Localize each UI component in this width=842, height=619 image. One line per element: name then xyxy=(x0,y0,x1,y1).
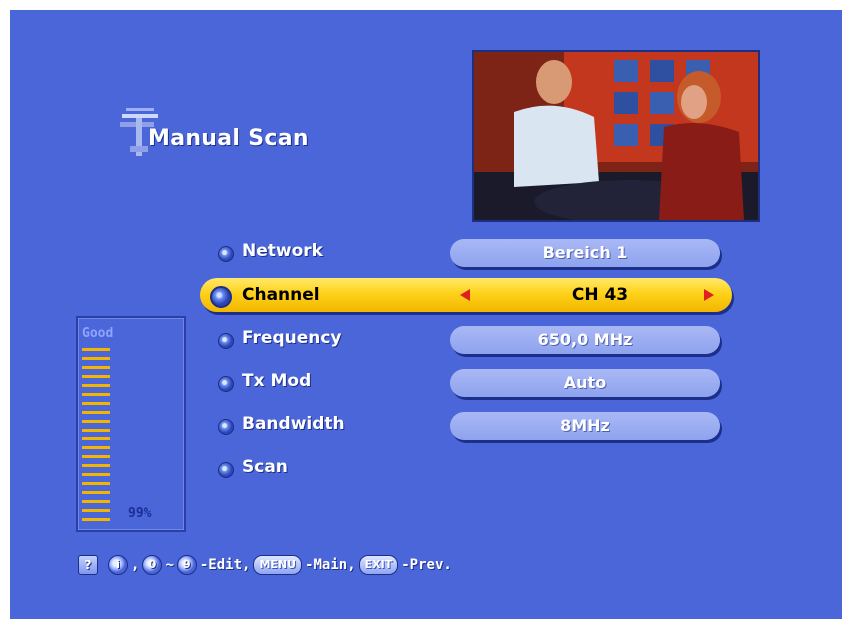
signal-bar xyxy=(82,500,110,504)
signal-bar xyxy=(82,365,110,369)
network-label: Network xyxy=(242,241,323,261)
signal-bar xyxy=(82,410,110,414)
signal-bar xyxy=(82,401,110,405)
nine-key-icon[interactable]: 9 xyxy=(176,555,197,575)
network-bullet-icon xyxy=(218,246,234,262)
bandwidth-label: Bandwidth xyxy=(242,414,345,434)
frequency-field[interactable]: 650,0 MHz xyxy=(450,326,720,354)
scan-bullet-icon xyxy=(218,462,234,478)
help-icon[interactable]: ? xyxy=(78,555,98,575)
help-comma: , xyxy=(131,557,140,573)
signal-bar xyxy=(82,428,110,432)
signal-bar xyxy=(82,392,110,396)
signal-bar xyxy=(82,356,110,360)
signal-strength-text: 99% xyxy=(128,506,152,521)
arrow-left-icon[interactable] xyxy=(460,289,470,301)
bandwidth-bullet-icon xyxy=(218,419,234,435)
signal-bar xyxy=(82,374,110,378)
scan-button[interactable]: Scan xyxy=(242,457,288,477)
tv-screen: Manual Scan Network Bereich 1 Channel CH xyxy=(10,10,842,619)
signal-bar xyxy=(82,437,110,441)
preview-image xyxy=(474,52,758,220)
video-preview xyxy=(472,50,760,222)
exit-key-icon[interactable]: EXIT xyxy=(358,555,399,575)
signal-bar xyxy=(82,518,110,521)
signal-bar xyxy=(82,455,110,459)
signal-bar xyxy=(82,383,110,387)
help-prev-text: -Prev. xyxy=(401,557,452,573)
channel-label: Channel xyxy=(242,285,320,305)
help-main-text: -Main, xyxy=(305,557,356,573)
signal-bar xyxy=(82,491,110,495)
frequency-bullet-icon xyxy=(218,333,234,349)
help-bar: ? i , 0 ~ 9 -Edit, MENU -Main, EXIT -Pre… xyxy=(78,554,452,576)
frequency-label: Frequency xyxy=(242,328,342,348)
zero-key-icon[interactable]: 0 xyxy=(142,555,163,575)
arrow-right-icon[interactable] xyxy=(704,289,714,301)
txmod-field[interactable]: Auto xyxy=(450,369,720,397)
help-edit-text: -Edit, xyxy=(199,557,251,573)
bandwidth-field[interactable]: 8MHz xyxy=(450,412,720,440)
signal-bar xyxy=(82,446,110,450)
info-key-icon[interactable]: i xyxy=(108,555,128,575)
network-field[interactable]: Bereich 1 xyxy=(450,239,720,267)
txmod-label: Tx Mod xyxy=(242,371,312,391)
signal-bar xyxy=(82,464,110,468)
channel-value: CH 43 xyxy=(571,285,629,305)
help-tilde: ~ xyxy=(165,557,174,573)
signal-quality-label: Good xyxy=(82,326,114,341)
signal-bar xyxy=(82,419,110,423)
signal-bar xyxy=(82,348,110,351)
txmod-bullet-icon xyxy=(218,376,234,392)
signal-bar xyxy=(82,473,110,477)
page-title: Manual Scan xyxy=(148,126,309,151)
signal-bar xyxy=(82,482,110,486)
signal-bar xyxy=(82,509,110,513)
menu-key-icon[interactable]: MENU xyxy=(253,555,303,575)
channel-bullet-icon xyxy=(210,286,232,308)
